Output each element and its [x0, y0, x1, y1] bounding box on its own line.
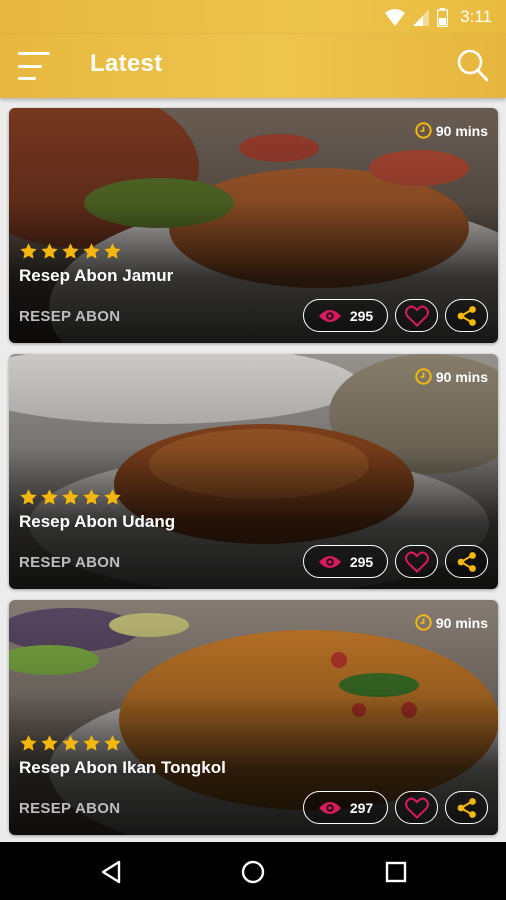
star-icon: [83, 735, 100, 751]
recipe-card[interactable]: 90 mins Resep Abon Jamur RESEP ABON 295: [9, 108, 498, 343]
search-icon[interactable]: [456, 48, 490, 84]
views-count: 297: [349, 799, 374, 816]
favorite-button[interactable]: [395, 299, 438, 332]
back-icon[interactable]: [98, 859, 124, 885]
eye-icon: [318, 801, 341, 814]
views-count: 295: [349, 307, 374, 324]
page-title: Latest: [90, 50, 163, 77]
share-icon: [457, 551, 476, 572]
views-button[interactable]: 295: [303, 545, 388, 578]
wifi-icon: [385, 8, 406, 26]
star-icon: [104, 243, 121, 259]
star-icon: [41, 489, 58, 505]
rating-stars: [19, 488, 122, 507]
app-bar: Latest: [0, 34, 506, 98]
share-icon: [457, 305, 476, 326]
recipe-card[interactable]: 90 mins Resep Abon Ikan Tongkol RESEP AB…: [9, 600, 498, 835]
rating-stars: [19, 242, 122, 261]
star-icon: [104, 735, 121, 751]
recents-icon[interactable]: [383, 859, 409, 885]
system-nav-bar: [0, 842, 506, 900]
recipe-category: RESEP ABON: [19, 554, 121, 571]
recipe-category: RESEP ABON: [19, 308, 121, 325]
views-button[interactable]: 297: [303, 791, 388, 824]
duration-text: 90 mins: [435, 122, 488, 139]
clock-icon: [415, 122, 432, 139]
heart-icon: [404, 797, 429, 819]
star-icon: [83, 489, 100, 505]
recipe-category: RESEP ABON: [19, 800, 121, 817]
clock-icon: [415, 368, 432, 385]
recipe-title: Resep Abon Jamur: [19, 266, 174, 285]
duration: 90 mins: [415, 122, 488, 139]
duration-text: 90 mins: [435, 614, 488, 631]
favorite-button[interactable]: [395, 545, 438, 578]
eye-icon: [318, 555, 341, 568]
star-icon: [62, 243, 79, 259]
eye-icon: [318, 309, 341, 322]
status-time: 3:11: [460, 7, 492, 26]
status-bar: 3:11: [0, 0, 506, 34]
share-button[interactable]: [445, 299, 488, 332]
share-button[interactable]: [445, 545, 488, 578]
battery-icon: [437, 7, 449, 27]
star-icon: [62, 489, 79, 505]
star-icon: [104, 489, 121, 505]
duration: 90 mins: [415, 614, 488, 631]
star-icon: [83, 243, 100, 259]
home-icon[interactable]: [240, 859, 266, 885]
views-count: 295: [349, 553, 374, 570]
share-icon: [457, 797, 476, 818]
star-icon: [20, 489, 37, 505]
clock-icon: [415, 614, 432, 631]
views-button[interactable]: 295: [303, 299, 388, 332]
star-icon: [20, 735, 37, 751]
recipe-card[interactable]: 90 mins Resep Abon Udang RESEP ABON 295: [9, 354, 498, 589]
duration-text: 90 mins: [435, 368, 488, 385]
star-icon: [41, 735, 58, 751]
favorite-button[interactable]: [395, 791, 438, 824]
star-icon: [20, 243, 37, 259]
recipe-title: Resep Abon Ikan Tongkol: [19, 758, 226, 777]
recipe-title: Resep Abon Udang: [19, 512, 176, 531]
menu-icon[interactable]: [18, 52, 52, 80]
share-button[interactable]: [445, 791, 488, 824]
cell-signal-icon: [413, 8, 430, 26]
star-icon: [41, 243, 58, 259]
recipe-list: 90 mins Resep Abon Jamur RESEP ABON 295: [9, 108, 498, 846]
heart-icon: [404, 551, 429, 573]
heart-icon: [404, 305, 429, 327]
star-icon: [62, 735, 79, 751]
rating-stars: [19, 734, 122, 753]
duration: 90 mins: [415, 368, 488, 385]
